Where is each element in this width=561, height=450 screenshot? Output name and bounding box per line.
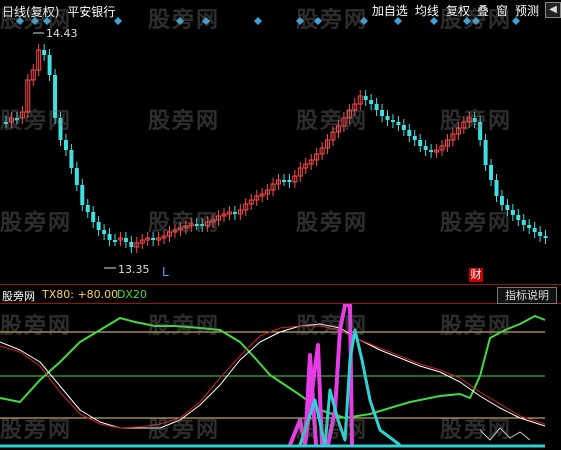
candle-body [499, 196, 504, 205]
event-diamond-icon [16, 17, 24, 25]
candle-body [80, 185, 85, 205]
event-diamond-icon [114, 17, 122, 25]
candle-body [521, 220, 526, 225]
candle-body [85, 205, 90, 212]
candle-body [407, 130, 412, 136]
candle-body [53, 75, 58, 118]
event-diamond-icon [31, 17, 39, 25]
l-marker: L [162, 265, 169, 279]
candle-body [200, 224, 205, 226]
candle-body [374, 104, 379, 110]
candle-body [113, 240, 117, 242]
candle-body [194, 224, 199, 226]
event-diamond-icon [314, 17, 322, 25]
white-tail-line [479, 427, 531, 441]
candle-body [494, 180, 499, 196]
candle-body [281, 180, 286, 182]
candle-body [369, 100, 374, 104]
candle-body [510, 210, 515, 215]
candle-body [287, 180, 292, 182]
event-diamond-icon [176, 17, 184, 25]
candle-body [385, 116, 390, 120]
candle-body [532, 228, 537, 232]
event-diamond-icon [254, 17, 262, 25]
candle-body [74, 168, 79, 185]
panel-divider [0, 303, 561, 304]
event-diamond-icon [202, 17, 210, 25]
finance-marker[interactable]: 财 [469, 268, 483, 282]
candle-body [123, 238, 128, 242]
event-diamond-icon [512, 17, 520, 25]
candle-body [4, 122, 8, 124]
candle-body [107, 234, 112, 240]
candle-body [423, 146, 428, 150]
event-markers [16, 17, 520, 25]
candle-body [538, 232, 543, 236]
candle-body [58, 118, 63, 140]
event-diamond-icon [472, 17, 480, 25]
candle-body [380, 110, 385, 116]
candle-body [129, 242, 134, 247]
indicator-help-button[interactable]: 指标说明 [497, 287, 557, 304]
event-diamond-icon [430, 17, 438, 25]
event-diamond-icon [296, 17, 304, 25]
candle-body [472, 118, 477, 122]
candle-body [47, 55, 52, 75]
candle-body [42, 50, 47, 55]
candle-body [483, 140, 488, 165]
candle-body [151, 238, 156, 240]
candle-body [418, 140, 423, 146]
dx-value: DX20 [117, 288, 148, 301]
high-price-label: 14.43 [46, 27, 78, 40]
candle-body [363, 96, 368, 100]
event-diamond-icon [43, 17, 51, 25]
low-price-label: 13.35 [118, 263, 150, 276]
event-diamond-icon [463, 17, 471, 25]
candle-body [91, 212, 96, 222]
candle-body [232, 212, 237, 214]
candle-body [396, 122, 401, 125]
candle-body [14, 118, 19, 120]
indicator-panel [0, 303, 546, 448]
candle-body [412, 136, 417, 140]
candle-body [63, 140, 68, 150]
candle-body [429, 150, 434, 152]
kline-chart[interactable] [0, 0, 561, 450]
candle-body [489, 165, 494, 180]
event-diamond-icon [394, 17, 402, 25]
candle-body [543, 236, 548, 238]
event-diamond-icon [360, 17, 368, 25]
candle-body [96, 222, 101, 230]
candle-body [390, 120, 395, 122]
indicator-name[interactable]: 股旁网 [2, 288, 35, 304]
candle-body [516, 215, 521, 220]
candle-body [505, 205, 510, 210]
candle-body [478, 122, 483, 140]
panel-divider [0, 284, 561, 285]
candle-body [69, 150, 74, 168]
candle-body [102, 230, 107, 234]
candle-body [527, 225, 532, 228]
tx-value: TX80: +80.00 [42, 288, 119, 301]
candle-body [401, 125, 406, 130]
candlesticks [4, 44, 548, 253]
